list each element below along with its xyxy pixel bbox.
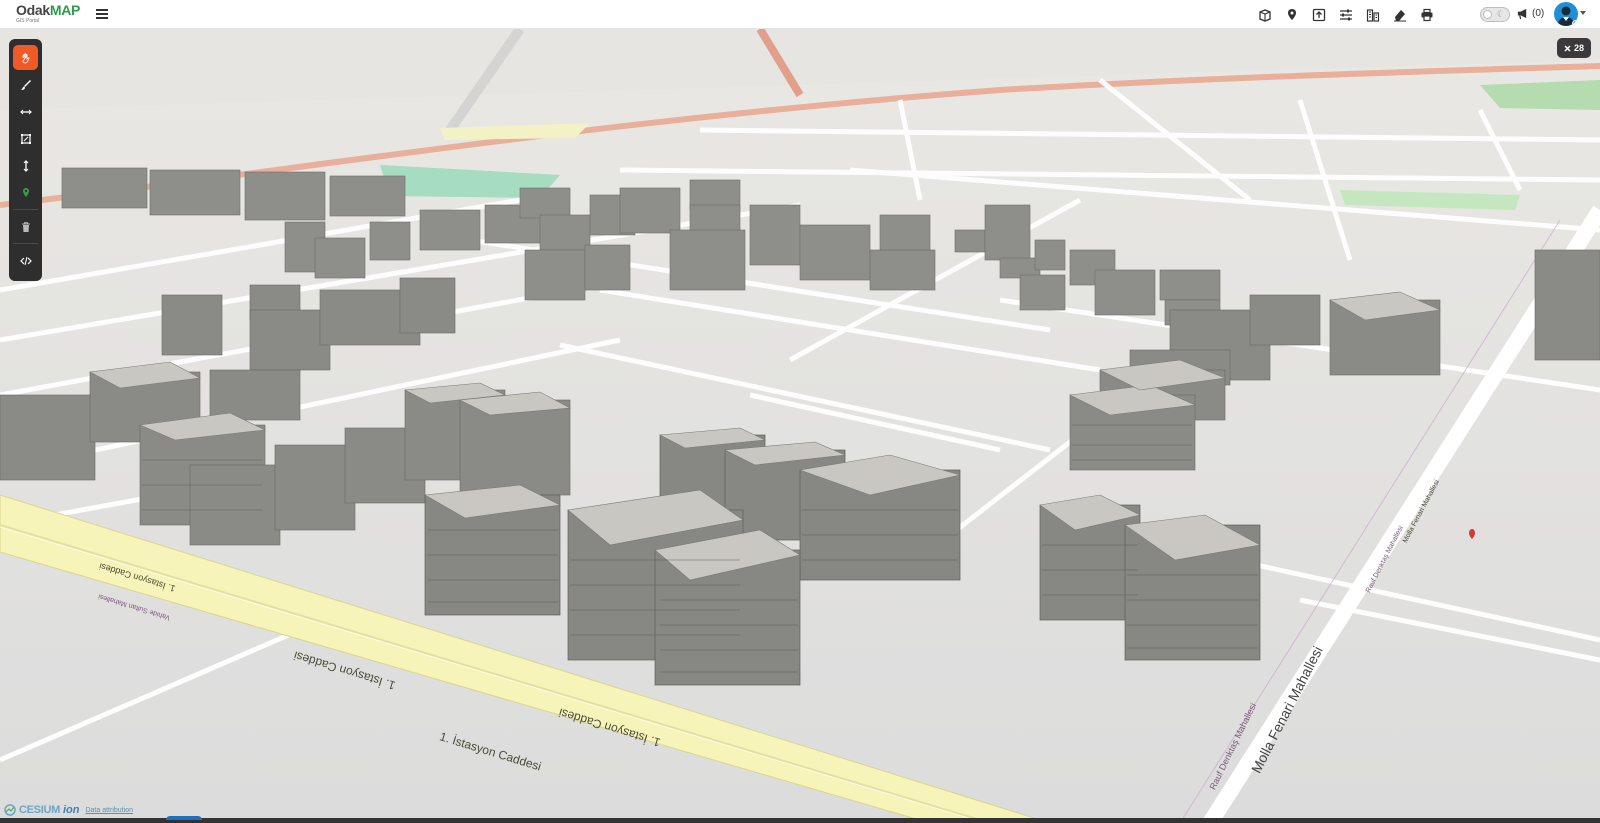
tool-location[interactable] [13, 180, 38, 205]
tool-measure-distance[interactable] [13, 99, 38, 124]
tool-divider [13, 209, 38, 210]
eraser-icon[interactable] [1391, 6, 1409, 24]
menu-hamburger-icon[interactable] [96, 7, 108, 21]
draw-brush-icon [20, 79, 31, 90]
layers-3d-icon[interactable] [1256, 6, 1274, 24]
notifications-button[interactable]: (0) [1516, 7, 1544, 20]
tool-delete[interactable] [13, 214, 38, 239]
tool-divider [13, 243, 38, 244]
ion-text: ion [62, 804, 80, 816]
online-status-dot [1572, 20, 1578, 26]
tool-code[interactable] [13, 248, 38, 273]
pan-hand-icon [22, 52, 29, 63]
tool-pan[interactable] [13, 45, 38, 70]
sliders-icon[interactable] [1337, 6, 1355, 24]
cesium-text: CESIUM [19, 804, 60, 816]
cesium-logo-icon [4, 804, 16, 816]
measure-height-icon [23, 159, 28, 172]
chevron-down-icon[interactable] [1580, 11, 1586, 15]
tool-measure-area[interactable] [13, 126, 38, 151]
feature-count-badge[interactable]: 28 [1557, 38, 1591, 58]
app-logo[interactable]: OdakMAP GIS Portal [16, 3, 80, 27]
building-grid-icon[interactable] [1364, 6, 1382, 24]
toolbar-icons [1256, 6, 1436, 24]
printer-icon[interactable] [1418, 6, 1436, 24]
toggle-knob [1483, 10, 1492, 19]
user-avatar[interactable] [1554, 2, 1578, 26]
map-viewport-3d[interactable]: 1. İstasyon Caddesi 1. İstasyon Caddesi … [0, 29, 1600, 823]
drawing-tools-panel [9, 39, 42, 281]
logo-text-odak: Odak [16, 2, 50, 18]
feature-count: 28 [1573, 43, 1584, 53]
dark-mode-toggle[interactable]: ☾ [1480, 7, 1510, 22]
logo-text-map: MAP [49, 2, 81, 18]
upload-icon[interactable] [1310, 6, 1328, 24]
notifications-count: (0) [1532, 8, 1545, 19]
megaphone-icon [1517, 8, 1527, 20]
measure-area-icon [20, 133, 31, 144]
moon-icon: ☾ [1496, 9, 1505, 19]
data-attribution-link[interactable]: Data attribution [85, 807, 132, 814]
location-marker-icon [22, 187, 29, 197]
bottom-strip [0, 816, 1600, 823]
map-scene [0, 29, 1600, 823]
timeline-handle[interactable] [166, 816, 202, 820]
tool-draw[interactable] [13, 72, 38, 97]
location-pin-icon[interactable] [1283, 6, 1301, 24]
close-x-icon [1564, 44, 1571, 52]
logo-subtitle: GIS Portal [16, 18, 40, 24]
trash-icon [21, 221, 30, 232]
code-icon [19, 256, 32, 265]
cesium-credits[interactable]: CESIUM ion Data attribution [4, 802, 133, 818]
tool-measure-height[interactable] [13, 153, 38, 178]
top-bar: OdakMAP GIS Portal ☾ (0) [0, 0, 1600, 29]
measure-distance-icon [19, 109, 32, 114]
